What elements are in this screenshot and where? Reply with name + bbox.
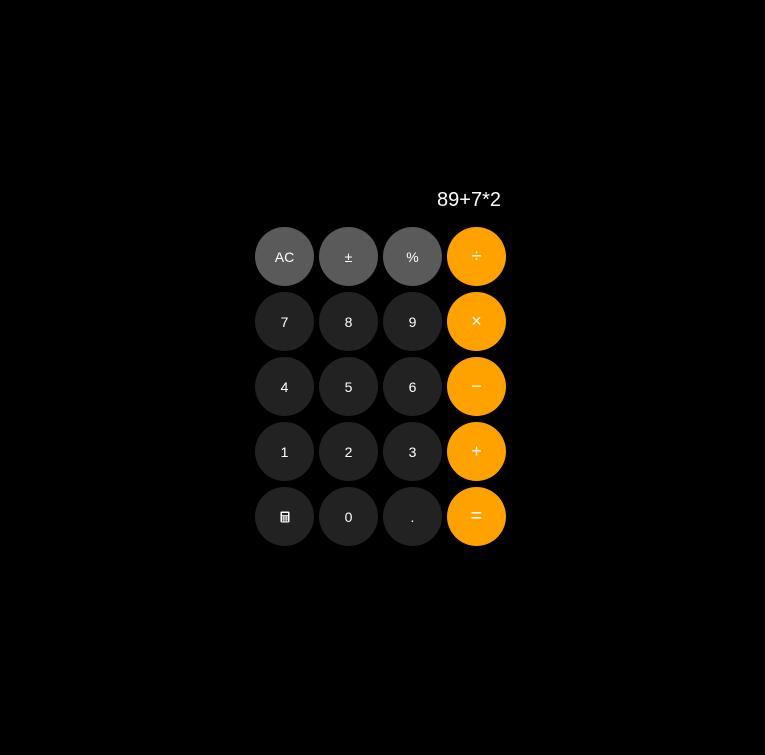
zero-button[interactable]: 0: [319, 487, 378, 546]
equals-button[interactable]: =: [447, 487, 506, 546]
eight-button[interactable]: 8: [319, 292, 378, 351]
decimal-button[interactable]: .: [383, 487, 442, 546]
plus-button[interactable]: +: [447, 422, 506, 481]
calculator: 89+7*2 AC ± % ÷ 7 8 9 × 4 5 6 − 1 2 3 +: [255, 186, 506, 547]
calculator-mode-button[interactable]: [255, 487, 314, 546]
percent-button[interactable]: %: [383, 227, 442, 286]
calculator-icon: [280, 511, 290, 523]
minus-button[interactable]: −: [447, 357, 506, 416]
one-button[interactable]: 1: [255, 422, 314, 481]
seven-button[interactable]: 7: [255, 292, 314, 351]
plus-minus-button[interactable]: ±: [319, 227, 378, 286]
two-button[interactable]: 2: [319, 422, 378, 481]
keypad: AC ± % ÷ 7 8 9 × 4 5 6 − 1 2 3 + 0 . =: [255, 227, 506, 546]
four-button[interactable]: 4: [255, 357, 314, 416]
three-button[interactable]: 3: [383, 422, 442, 481]
five-button[interactable]: 5: [319, 357, 378, 416]
calculator-display: 89+7*2: [437, 189, 501, 211]
six-button[interactable]: 6: [383, 357, 442, 416]
ac-button[interactable]: AC: [255, 227, 314, 286]
divide-button[interactable]: ÷: [447, 227, 506, 286]
multiply-button[interactable]: ×: [447, 292, 506, 351]
nine-button[interactable]: 9: [383, 292, 442, 351]
